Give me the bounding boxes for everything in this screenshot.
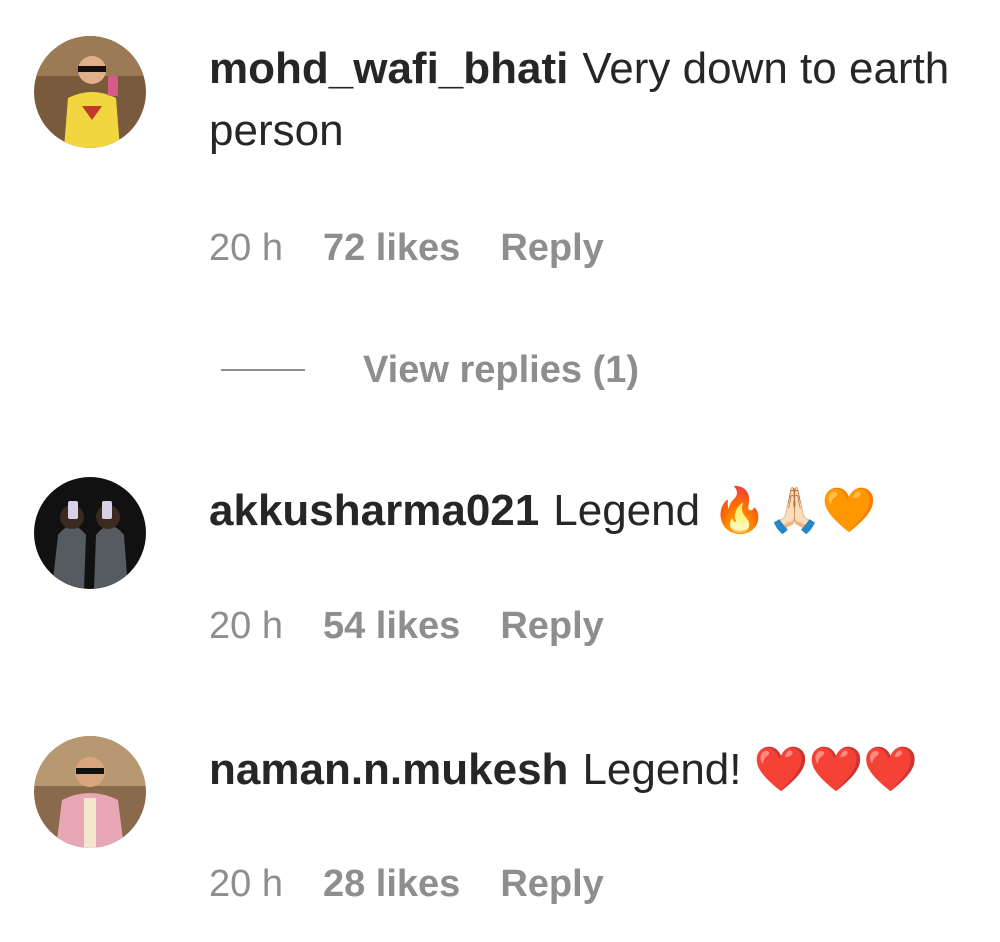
reply-button[interactable]: Reply [500, 862, 603, 906]
comment-body: Legend! ❤️❤️❤️ [582, 745, 919, 794]
comment-username[interactable]: akkusharma021 [209, 486, 539, 535]
reply-button[interactable]: Reply [500, 226, 603, 270]
comment-username[interactable]: mohd_wafi_bhati [209, 44, 568, 93]
comment-body: Legend 🔥🙏🏻🧡 [553, 486, 877, 535]
comment-likes[interactable]: 54 likes [323, 604, 460, 648]
reply-button[interactable]: Reply [500, 604, 603, 648]
comment-meta: 20 h 54 likes Reply [209, 604, 644, 648]
avatar[interactable] [34, 477, 146, 589]
comment-time: 20 h [209, 605, 283, 647]
comment-time: 20 h [209, 227, 283, 269]
comment-likes[interactable]: 28 likes [323, 862, 460, 906]
comment-text: akkusharma021 Legend 🔥🙏🏻🧡 [209, 480, 969, 542]
avatar[interactable] [34, 36, 146, 148]
comment-username[interactable]: naman.n.mukesh [209, 745, 568, 794]
comment-meta: 20 h 72 likes Reply [209, 226, 644, 270]
view-replies-label: View replies (1) [363, 348, 639, 391]
avatar-image [34, 736, 146, 848]
avatar[interactable] [34, 736, 146, 848]
avatar-image [34, 36, 146, 148]
view-replies-divider [221, 369, 305, 371]
avatar-image [34, 477, 146, 589]
comment-text: mohd_wafi_bhati Very down to earth person [209, 38, 969, 162]
comment-time: 20 h [209, 863, 283, 905]
comment-text: naman.n.mukesh Legend! ❤️❤️❤️ [209, 739, 969, 801]
comment-meta: 20 h 28 likes Reply [209, 862, 644, 906]
comment-likes[interactable]: 72 likes [323, 226, 460, 270]
view-replies-button[interactable]: View replies (1) [221, 345, 639, 395]
